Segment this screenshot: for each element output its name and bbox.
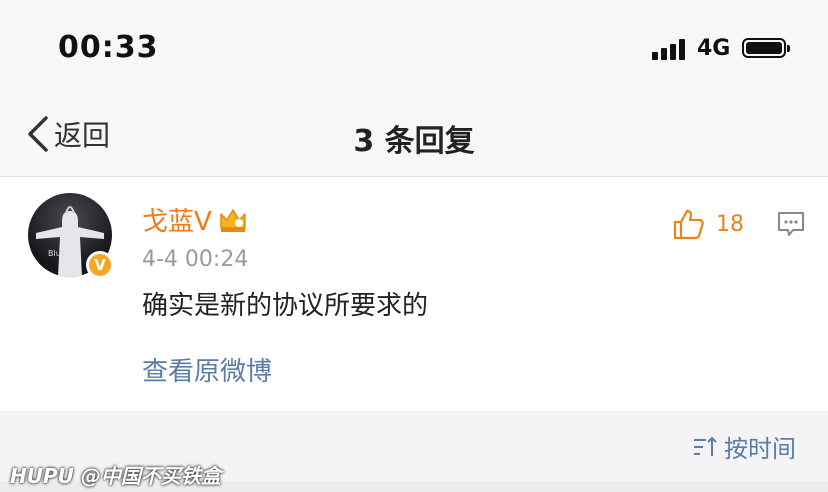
comment-bubble-icon[interactable] — [776, 209, 806, 239]
status-bar: 00:33 4G — [0, 0, 828, 100]
cellular-signal-icon — [652, 38, 685, 60]
like-count: 18 — [716, 211, 744, 237]
sort-label: 按时间 — [724, 435, 796, 463]
clock-time: 00:33 — [58, 30, 159, 65]
crown-icon — [220, 208, 246, 232]
sort-icon — [694, 436, 717, 456]
navigation-bar: 返回 3 条回复 — [0, 100, 828, 177]
sort-by-time-button[interactable]: 按时间 — [692, 429, 796, 464]
comment-author[interactable]: 戈蓝V — [142, 201, 248, 238]
comment-card: Blue V 戈蓝V 4-4 00:24 确实是新的协议所要求的 查看原微博 1… — [0, 177, 828, 411]
like-button[interactable]: 18 — [672, 207, 744, 241]
page-title: 3 条回复 — [353, 124, 475, 159]
avatar-caption: Blue — [48, 249, 66, 258]
view-original-link[interactable]: 查看原微博 — [142, 351, 272, 388]
battery-icon — [742, 38, 790, 58]
comment-timestamp: 4-4 00:24 — [142, 247, 249, 272]
verified-badge: V — [86, 251, 114, 279]
watermark: HUPU @中国不买铁盒 — [10, 464, 221, 488]
network-type: 4G — [697, 36, 731, 61]
comment-text: 确实是新的协议所要求的 — [142, 291, 429, 321]
username: 戈蓝V — [142, 207, 212, 237]
thumbs-up-icon — [673, 209, 704, 240]
